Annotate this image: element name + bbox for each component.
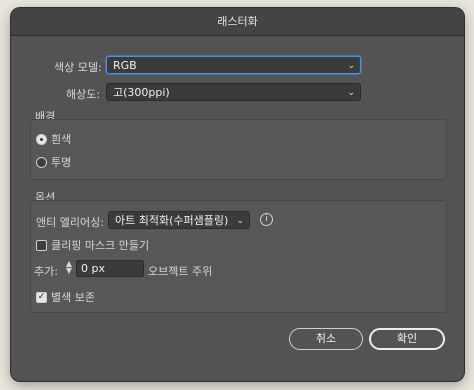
clipping-mask-label[interactable]: 클리핑 마스크 만들기 xyxy=(51,237,149,253)
radio-white-label[interactable]: 흰색 xyxy=(51,131,71,147)
resolution-label: 해상도: xyxy=(66,88,101,101)
antialiasing-label: 앤티 앨리어싱: xyxy=(36,216,104,229)
antialiasing-value: 아트 최적화(수퍼샘플링) xyxy=(115,214,229,227)
resolution-value: 고(300ppi) xyxy=(113,86,170,99)
resolution-select[interactable]: 고(300ppi) ⌄ xyxy=(106,83,361,101)
add-suffix-label: 오브젝트 주위 xyxy=(148,265,213,278)
chevron-down-icon: ⌄ xyxy=(236,216,244,226)
chevron-down-icon: ⌄ xyxy=(347,88,355,98)
dialog-title: 래스터화 xyxy=(11,8,464,36)
clipping-mask-checkbox[interactable] xyxy=(36,240,47,251)
background-group: 흰색 투명 xyxy=(30,119,447,180)
add-amount-input[interactable]: 0 px xyxy=(76,260,144,277)
chevron-down-icon: ⌄ xyxy=(347,61,355,71)
add-label: 추가: xyxy=(34,265,58,278)
radio-transparent-label[interactable]: 투명 xyxy=(51,154,71,170)
rasterize-dialog: 래스터화 색상 모델: RGB ⌄ 해상도: 고(300ppi) ⌄ 배경 흰색… xyxy=(11,8,464,381)
color-model-select[interactable]: RGB ⌄ xyxy=(106,56,361,74)
options-group: 앤티 앨리어싱: 아트 최적화(수퍼샘플링) ⌄ i 클리핑 마스크 만들기 추… xyxy=(30,200,447,313)
cancel-button[interactable]: 취소 xyxy=(289,328,363,350)
preserve-spot-checkbox[interactable]: ✓ xyxy=(36,292,47,303)
preserve-spot-label[interactable]: 별색 보존 xyxy=(51,289,95,305)
color-model-value: RGB xyxy=(113,59,137,72)
radio-transparent[interactable] xyxy=(36,157,47,168)
antialiasing-select[interactable]: 아트 최적화(수퍼샘플링) ⌄ xyxy=(108,211,250,229)
radio-white[interactable] xyxy=(36,134,47,145)
ok-button[interactable]: 확인 xyxy=(369,328,445,350)
stepper-arrows-icon[interactable]: ▲ ▼ xyxy=(65,260,73,275)
color-model-label: 색상 모델: xyxy=(54,61,102,74)
info-icon[interactable]: i xyxy=(260,213,273,226)
